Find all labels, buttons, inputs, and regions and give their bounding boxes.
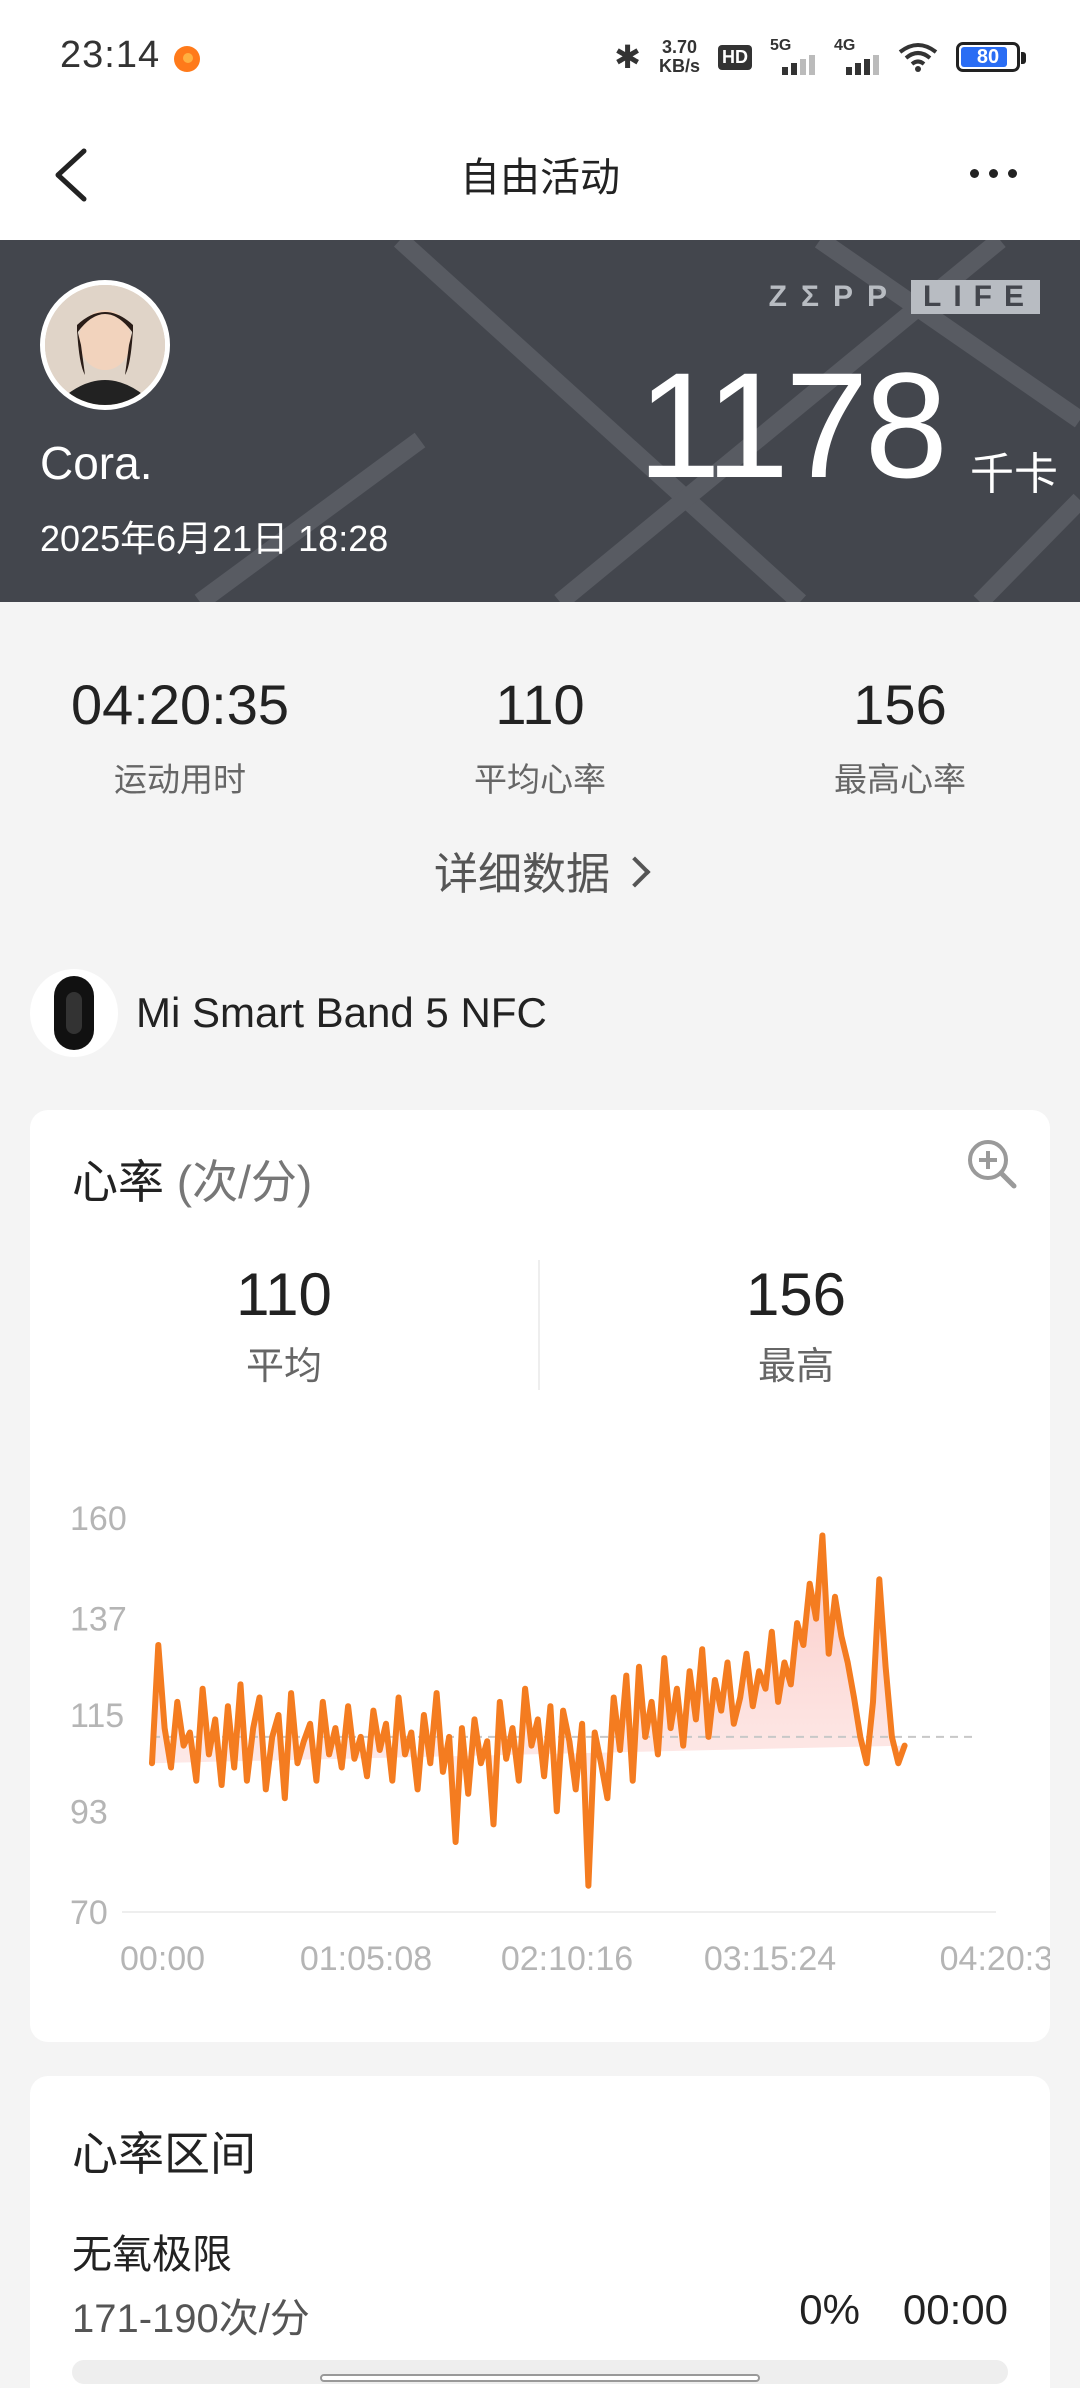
- heart-rate-zone-card: 心率区间 无氧极限 171-190次/分 0% 00:00: [30, 2076, 1050, 2388]
- battery-level: 80: [976, 45, 1000, 68]
- y-tick-label: 115: [70, 1697, 124, 1735]
- device-name: Mi Smart Band 5 NFC: [136, 989, 547, 1036]
- signal-5g-label: 5G: [770, 37, 792, 54]
- signal-4g-icon: 4G: [834, 37, 880, 77]
- status-bar: 23:14 ✱ 3.70 KB/s HD 5G 4G 80: [0, 0, 1080, 115]
- zone-range: 171-190次/分: [72, 2297, 310, 2341]
- heart-rate-chart[interactable]: 160 137 115 93 70 00:00 01:05:08 02:10:16 03:15:…: [30, 1110, 1050, 2042]
- battery-icon: 80: [956, 42, 1026, 72]
- network-speed: 3.70 KB/s: [659, 38, 700, 76]
- brand-life: LIFE: [911, 280, 1040, 314]
- network-speed-value: 3.70: [661, 37, 698, 57]
- y-tick-label: 137: [70, 1601, 127, 1639]
- status-time: 23:14: [60, 34, 161, 76]
- y-tick-label: 93: [70, 1793, 108, 1831]
- network-speed-unit: KB/s: [658, 56, 700, 76]
- max-hr-value: 156: [853, 673, 947, 736]
- zone-time: 00:00: [902, 2286, 1008, 2333]
- more-dots-icon[interactable]: [970, 155, 1030, 191]
- device-row: Mi Smart Band 5 NFC: [30, 968, 547, 1058]
- brand-zepp: ZΣPP: [768, 280, 901, 313]
- hd-voice-icon: HD: [718, 44, 752, 70]
- detail-data-link[interactable]: 详细数据: [0, 838, 1080, 902]
- stat-avg-hr: 110 平均心率: [390, 672, 690, 801]
- detail-data-label: 详细数据: [434, 850, 610, 899]
- stat-max-hr: 156 最高心率: [750, 672, 1050, 801]
- stat-duration: 04:20:35 运动用时: [30, 672, 330, 801]
- y-tick-label: 70: [70, 1894, 108, 1932]
- x-tick-label: 00:00: [120, 1940, 205, 1978]
- band-icon: [30, 969, 118, 1057]
- zone-name: 无氧极限: [72, 2233, 232, 2277]
- chevron-right-icon: [619, 856, 651, 888]
- x-tick-label: 01:05:08: [300, 1940, 432, 1978]
- wifi-icon: [898, 43, 938, 72]
- signal-5g-icon: 5G: [770, 37, 816, 77]
- calories-value: 1178: [637, 341, 948, 509]
- status-icons: ✱ 3.70 KB/s HD 5G 4G 80: [614, 34, 1026, 80]
- home-indicator[interactable]: [320, 2374, 760, 2382]
- avatar-image: [45, 285, 165, 405]
- workout-stats: 04:20:35 运动用时 110 平均心率 156 最高心率 详细数据: [0, 602, 1080, 942]
- workout-banner: Cora. 2025年6月21日 18:28 ZΣPP LIFE 1178 千卡: [0, 240, 1080, 602]
- calories-unit: 千卡: [970, 450, 1058, 499]
- signal-4g-label: 4G: [834, 37, 856, 54]
- user-name: Cora.: [40, 437, 153, 489]
- page-title: 自由活动: [460, 156, 620, 200]
- duration-label: 运动用时: [114, 761, 246, 798]
- notification-app-icon: [174, 46, 200, 72]
- x-tick-label: 02:10:16: [501, 1940, 633, 1978]
- workout-date: 2025年6月21日 18:28: [40, 518, 389, 559]
- avg-hr-value: 110: [495, 673, 585, 736]
- heart-rate-card: 心率 (次/分) 110 平均 156 最高 160 137 115 93 70 00:0…: [30, 1110, 1050, 2042]
- zone-title: 心率区间: [72, 2128, 256, 2180]
- avatar[interactable]: [40, 280, 170, 410]
- duration-value: 04:20:35: [71, 673, 289, 736]
- bluetooth-icon: ✱: [614, 39, 641, 75]
- zone-percent: 0%: [799, 2286, 860, 2333]
- app-header: 自由活动: [0, 115, 1080, 240]
- zepp-life-logo: ZΣPP LIFE: [769, 280, 1040, 314]
- x-tick-label: 03:15:24: [704, 1940, 836, 1978]
- max-hr-label: 最高心率: [834, 761, 966, 798]
- y-tick-label: 160: [70, 1500, 127, 1538]
- avg-hr-label: 平均心率: [474, 761, 606, 798]
- x-tick-label: 04:20:35: [940, 1940, 1050, 1978]
